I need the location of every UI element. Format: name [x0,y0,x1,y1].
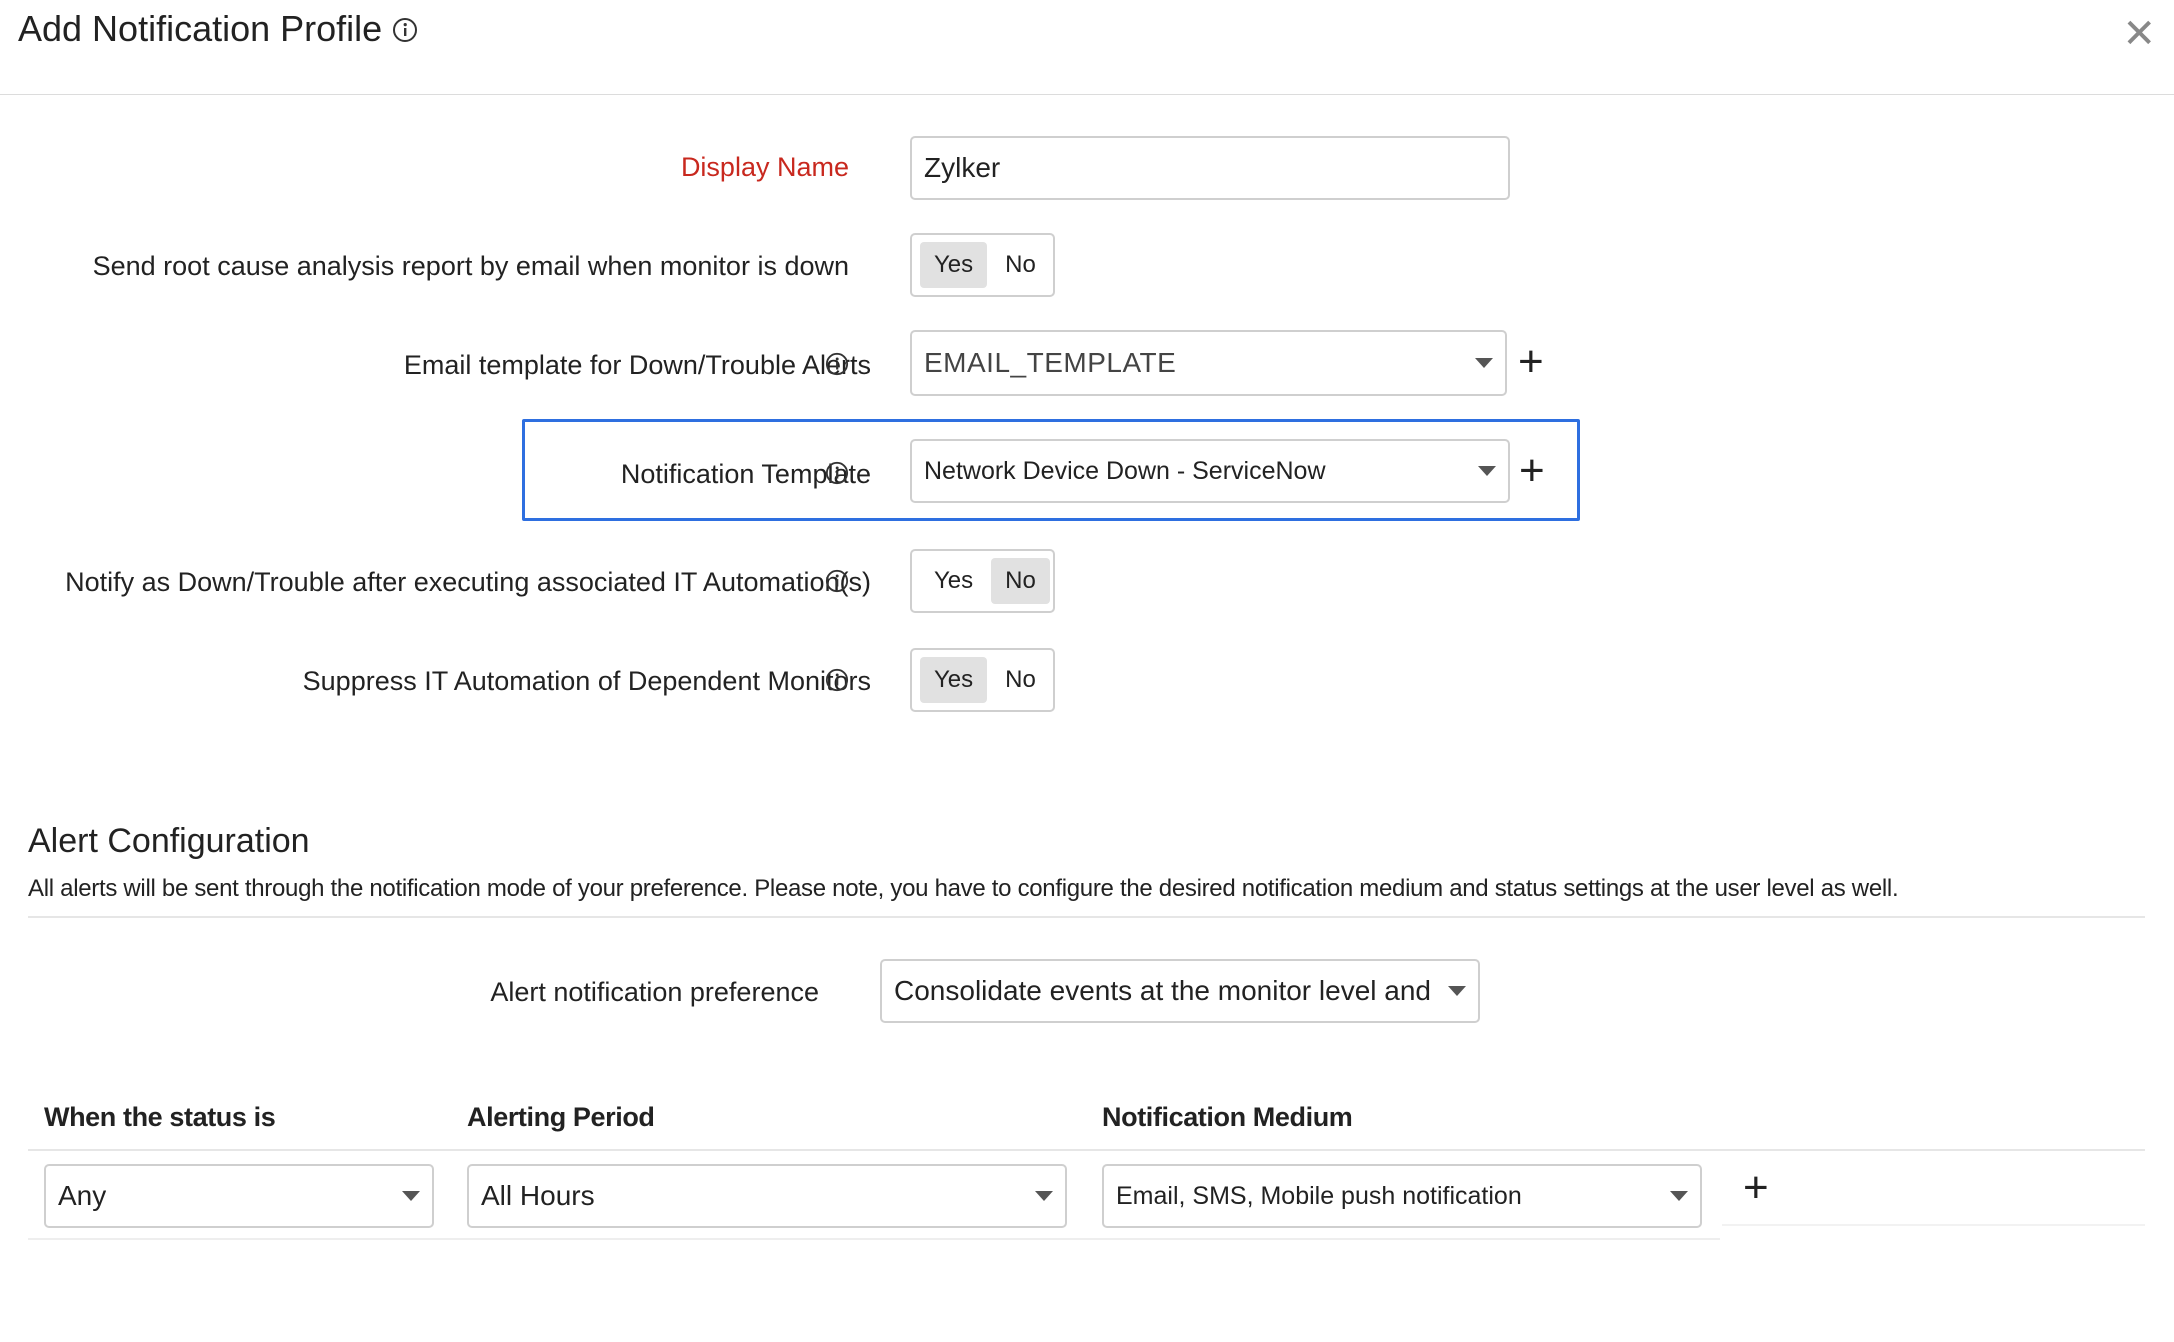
status-value: Any [58,1180,107,1211]
notification-template-select[interactable]: Network Device Down - ServiceNow [910,439,1510,503]
alert-preference-label: Alert notification preference [490,977,819,1007]
table-row-divider-right [1722,1224,2145,1226]
add-alert-row-button[interactable]: + [1743,1166,1769,1210]
section-divider [28,916,2145,918]
suppress-automation-yes[interactable]: Yes [920,657,988,703]
column-header-period: Alerting Period [467,1102,655,1132]
rca-email-toggle[interactable]: Yes No [910,233,1055,297]
suppress-automation-no[interactable]: No [991,657,1050,703]
email-template-select[interactable]: EMAIL_TEMPLATE [910,330,1507,396]
info-icon[interactable] [392,10,418,52]
table-header-divider [28,1149,2145,1151]
notification-medium-value: Email, SMS, Mobile push notification [1116,1181,1522,1210]
notification-template-value: Network Device Down - ServiceNow [924,456,1326,485]
email-template-value: EMAIL_TEMPLATE [924,347,1177,378]
header-divider [0,94,2174,95]
dropdown-caret-icon [1448,986,1466,996]
info-icon[interactable] [825,569,849,598]
display-name-input[interactable]: Zylker [910,136,1510,200]
suppress-automation-label: Suppress IT Automation of Dependent Moni… [302,666,871,696]
dropdown-caret-icon [1035,1191,1053,1201]
display-name-label: Display Name [680,152,849,182]
dialog-title: Add Notification Profile [18,8,418,52]
suppress-automation-toggle[interactable]: Yes No [910,648,1055,712]
column-header-status: When the status is [44,1102,276,1132]
email-template-label: Email template for Down/Trouble Alerts [403,350,871,380]
alerting-period-select[interactable]: All Hours [467,1164,1067,1228]
info-icon[interactable] [825,352,849,381]
status-select[interactable]: Any [44,1164,434,1228]
close-icon[interactable]: ✕ [2122,14,2156,54]
add-notification-template-button[interactable]: + [1519,449,1545,493]
column-header-medium: Notification Medium [1102,1102,1353,1132]
alert-config-title: Alert Configuration [28,822,310,860]
rca-email-label: Send root cause analysis report by email… [92,251,849,281]
table-row-divider [28,1238,1720,1240]
dropdown-caret-icon [1475,358,1493,368]
dropdown-caret-icon [1670,1191,1688,1201]
notify-after-automation-no[interactable]: No [991,558,1050,604]
info-icon[interactable] [825,461,849,490]
rca-email-no[interactable]: No [991,242,1050,288]
info-icon[interactable] [825,668,849,697]
alerting-period-value: All Hours [481,1180,595,1211]
alert-preference-select[interactable]: Consolidate events at the monitor level … [880,959,1480,1023]
add-email-template-button[interactable]: + [1518,340,1544,384]
rca-email-yes[interactable]: Yes [920,242,988,288]
alert-preference-value: Consolidate events at the monitor level … [894,975,1438,1006]
alert-config-description: All alerts will be sent through the noti… [28,875,1899,902]
dialog-title-text: Add Notification Profile [18,8,383,49]
dropdown-caret-icon [1478,466,1496,476]
notify-after-automation-toggle[interactable]: Yes No [910,549,1055,613]
notify-after-automation-yes[interactable]: Yes [920,558,987,604]
notify-after-automation-label: Notify as Down/Trouble after executing a… [65,567,871,597]
dropdown-caret-icon [402,1191,420,1201]
notification-medium-select[interactable]: Email, SMS, Mobile push notification [1102,1164,1702,1228]
